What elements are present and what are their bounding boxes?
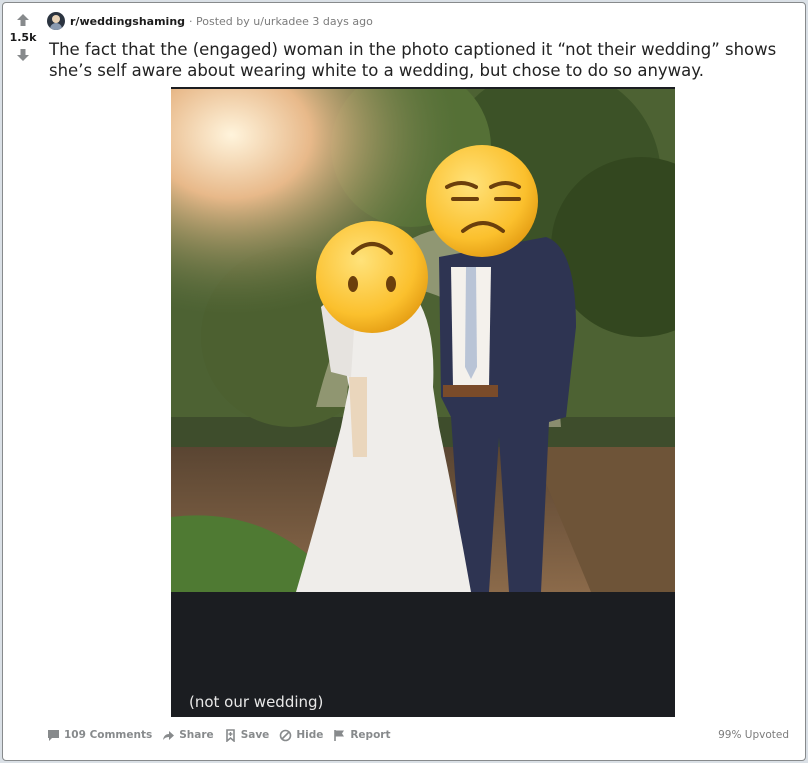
- subreddit-avatar[interactable]: [47, 12, 65, 30]
- subreddit-link[interactable]: r/weddingshaming: [70, 15, 185, 28]
- post-actions: 109 Comments Share Save Hide Report: [47, 725, 400, 745]
- bookmark-icon: [225, 728, 235, 742]
- flag-icon: [334, 729, 345, 741]
- post-title[interactable]: The fact that the (engaged) woman in the…: [49, 39, 789, 81]
- hide-button[interactable]: Hide: [279, 729, 323, 742]
- post-header: r/weddingshaming · Posted by u/urkadee 3…: [47, 11, 373, 31]
- comments-label: 109 Comments: [64, 729, 153, 741]
- save-label: Save: [240, 729, 270, 741]
- post-image[interactable]: (not our wedding): [171, 87, 675, 717]
- image-caption: (not our wedding): [189, 693, 324, 711]
- downvote-arrow-icon[interactable]: [16, 48, 30, 62]
- upvote-arrow-icon[interactable]: [16, 13, 30, 27]
- vote-score: 1.5k: [9, 31, 37, 44]
- report-button[interactable]: Report: [333, 729, 390, 742]
- vote-column: 1.5k: [3, 3, 43, 760]
- post-timestamp[interactable]: 3 days ago: [312, 15, 372, 28]
- share-arrow-icon: [163, 730, 175, 740]
- upvote-ratio: 99% Upvoted: [718, 729, 789, 741]
- upside-down-emoji: [316, 221, 428, 333]
- report-label: Report: [350, 729, 391, 741]
- unamused-emoji: [426, 145, 538, 257]
- posted-by-label: · Posted by: [189, 14, 250, 28]
- post-meta: · Posted by u/urkadee 3 days ago: [189, 15, 373, 28]
- share-label: Share: [179, 729, 214, 741]
- wedding-photo: [171, 87, 675, 592]
- save-button[interactable]: Save: [224, 728, 270, 742]
- share-button[interactable]: Share: [162, 729, 214, 742]
- post-card[interactable]: 1.5k r/weddingshaming · Posted by u/urka…: [2, 2, 806, 761]
- comments-button[interactable]: 109 Comments: [47, 729, 152, 742]
- hide-label: Hide: [296, 729, 324, 741]
- media-top-border: [171, 87, 675, 89]
- comment-bubble-icon: [48, 729, 59, 741]
- hide-circle-slash-icon: [280, 729, 292, 741]
- username-link[interactable]: u/urkadee: [253, 15, 309, 28]
